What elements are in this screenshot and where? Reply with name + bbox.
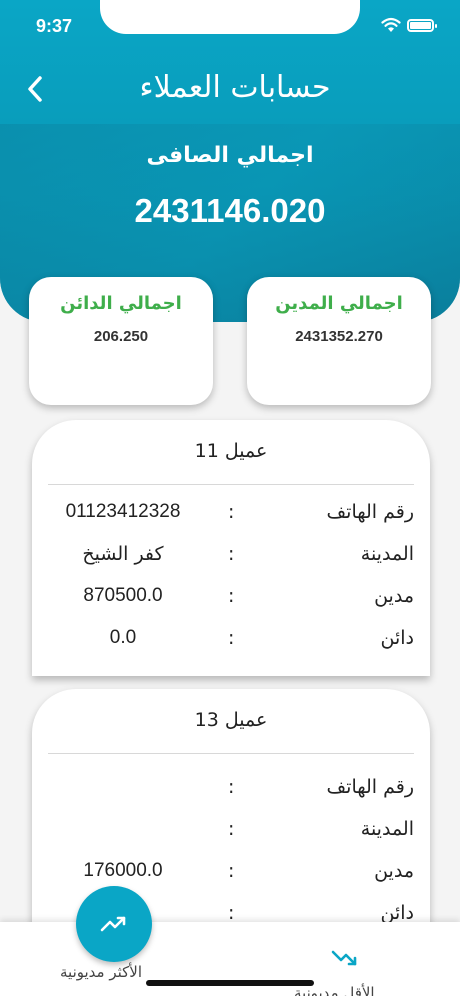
debit-value: 870500.0	[83, 585, 163, 606]
battery-icon	[407, 18, 437, 32]
trending-up-icon	[100, 916, 126, 932]
device-notch	[100, 0, 360, 34]
separator: :	[228, 902, 235, 924]
debit-label: مدين	[374, 860, 414, 882]
total-debtor-label: اجمالي المدين	[275, 293, 403, 314]
credit-label: دائن	[380, 627, 415, 649]
trending-down-icon[interactable]	[330, 948, 358, 970]
page-title: حسابات العملاء	[139, 70, 331, 105]
phone-row: رقم الهاتف : 01123412328	[32, 491, 430, 533]
separator: :	[228, 860, 235, 882]
most-debt-button[interactable]	[76, 886, 152, 962]
total-creditor-label: اجمالي الدائن	[60, 293, 182, 314]
separator: :	[228, 818, 235, 840]
customer-name: عميل 11	[194, 440, 268, 462]
phone-value: 01123412328	[65, 501, 181, 522]
credit-value: 0.0	[109, 627, 137, 648]
city-label: المدينة	[360, 818, 414, 840]
phone-row: رقم الهاتف :	[32, 766, 430, 808]
debit-row: مدين : 176000.0	[32, 850, 430, 892]
credit-row: دائن : 0.0	[32, 617, 430, 659]
city-row: المدينة : كفر الشيخ	[32, 533, 430, 575]
total-debtor-card: اجمالي المدين 2431352.270	[247, 277, 431, 405]
net-total-label: اجمالي الصافى	[146, 143, 314, 168]
status-icons	[381, 17, 437, 33]
separator: :	[228, 627, 235, 649]
separator: :	[228, 776, 235, 798]
city-label: المدينة	[360, 543, 414, 565]
net-total-value: 2431146.020	[134, 192, 326, 229]
debit-label: مدين	[374, 585, 414, 607]
total-creditor-value: 206.250	[93, 328, 149, 345]
phone-label: رقم الهاتف	[326, 501, 414, 523]
city-value: كفر الشيخ	[82, 543, 164, 565]
home-indicator	[146, 980, 314, 986]
customer-name: عميل 13	[194, 709, 268, 731]
wifi-icon	[381, 17, 401, 32]
total-creditor-card: اجمالي الدائن 206.250	[29, 277, 213, 405]
total-debtor-value: 2431352.270	[295, 328, 383, 345]
separator: :	[228, 501, 235, 523]
status-time: 9:37	[36, 16, 73, 36]
city-row: المدينة :	[32, 808, 430, 850]
phone-label: رقم الهاتف	[326, 776, 414, 798]
debit-row: مدين : 870500.0	[32, 575, 430, 617]
separator: :	[228, 585, 235, 607]
separator: :	[228, 543, 235, 565]
debit-value: 176000.0	[83, 860, 163, 881]
header-banner: 9:37 حسابات العملاء اجمالي الصافى 243114…	[0, 0, 460, 322]
customer-card[interactable]: عميل 11 رقم الهاتف : 01123412328 المدينة…	[32, 420, 430, 676]
credit-label: دائن	[380, 902, 415, 924]
most-debt-label[interactable]: الأكثر مديونية	[60, 963, 142, 981]
